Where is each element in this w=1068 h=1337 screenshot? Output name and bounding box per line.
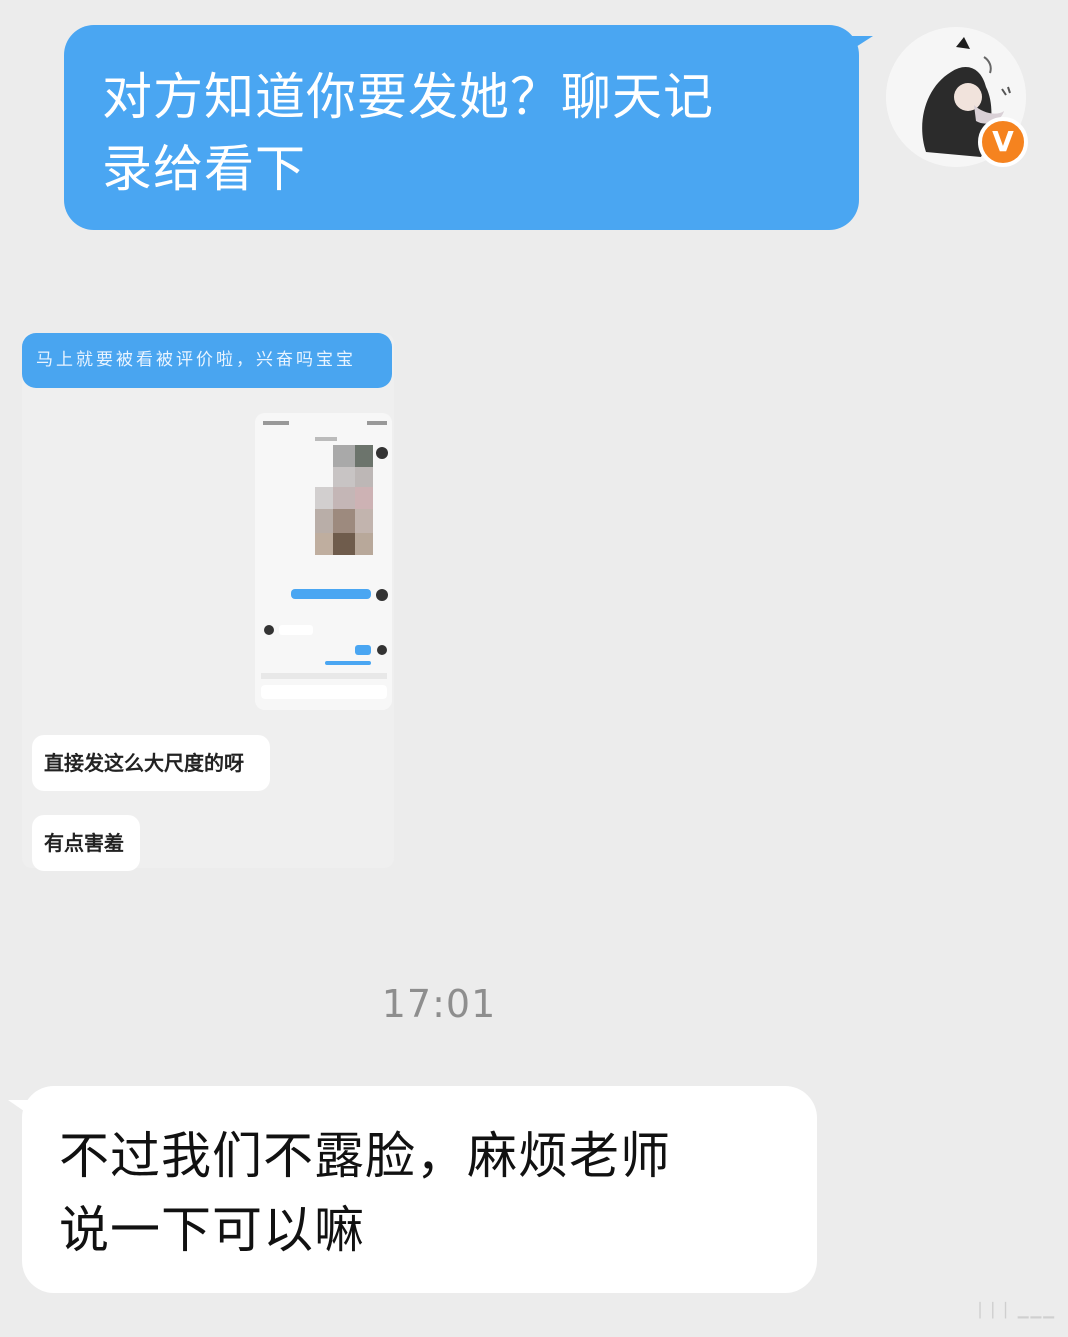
incoming-message-bubble[interactable]: 不过我们不露脸，麻烦老师 说一下可以嘛 xyxy=(22,1086,817,1293)
forwarded-chat-screenshot[interactable]: 马上就要被看被评价啦，兴奋吗宝宝 直接发这么大尺度的呀 有点害羞 xyxy=(22,333,394,871)
watermark-bars: ▏▏▏▁▁▁ xyxy=(979,1303,1056,1319)
verified-badge-icon: V xyxy=(978,117,1028,167)
screenshot-incoming-bubble: 有点害羞 xyxy=(32,815,140,871)
incoming-message-line: 不过我们不露脸，麻烦老师 xyxy=(59,1127,671,1185)
screenshot-outgoing-bubble: 马上就要被看被评价啦，兴奋吗宝宝 xyxy=(22,333,392,388)
outgoing-message-line: 录给看下 xyxy=(102,140,306,198)
outgoing-message-bubble[interactable]: 对方知道你要发她？聊天记 录给看下 xyxy=(64,25,859,230)
message-timestamp: 17:01 xyxy=(381,982,497,1026)
outgoing-bubble-tail xyxy=(845,36,873,54)
screenshot-incoming-bubble: 直接发这么大尺度的呀 xyxy=(32,735,270,791)
incoming-message-line: 说一下可以嘛 xyxy=(59,1201,365,1259)
nested-phone-screenshot xyxy=(255,413,392,710)
nested-phone-content xyxy=(255,413,392,710)
outgoing-message-line: 对方知道你要发她？聊天记 xyxy=(102,68,714,126)
